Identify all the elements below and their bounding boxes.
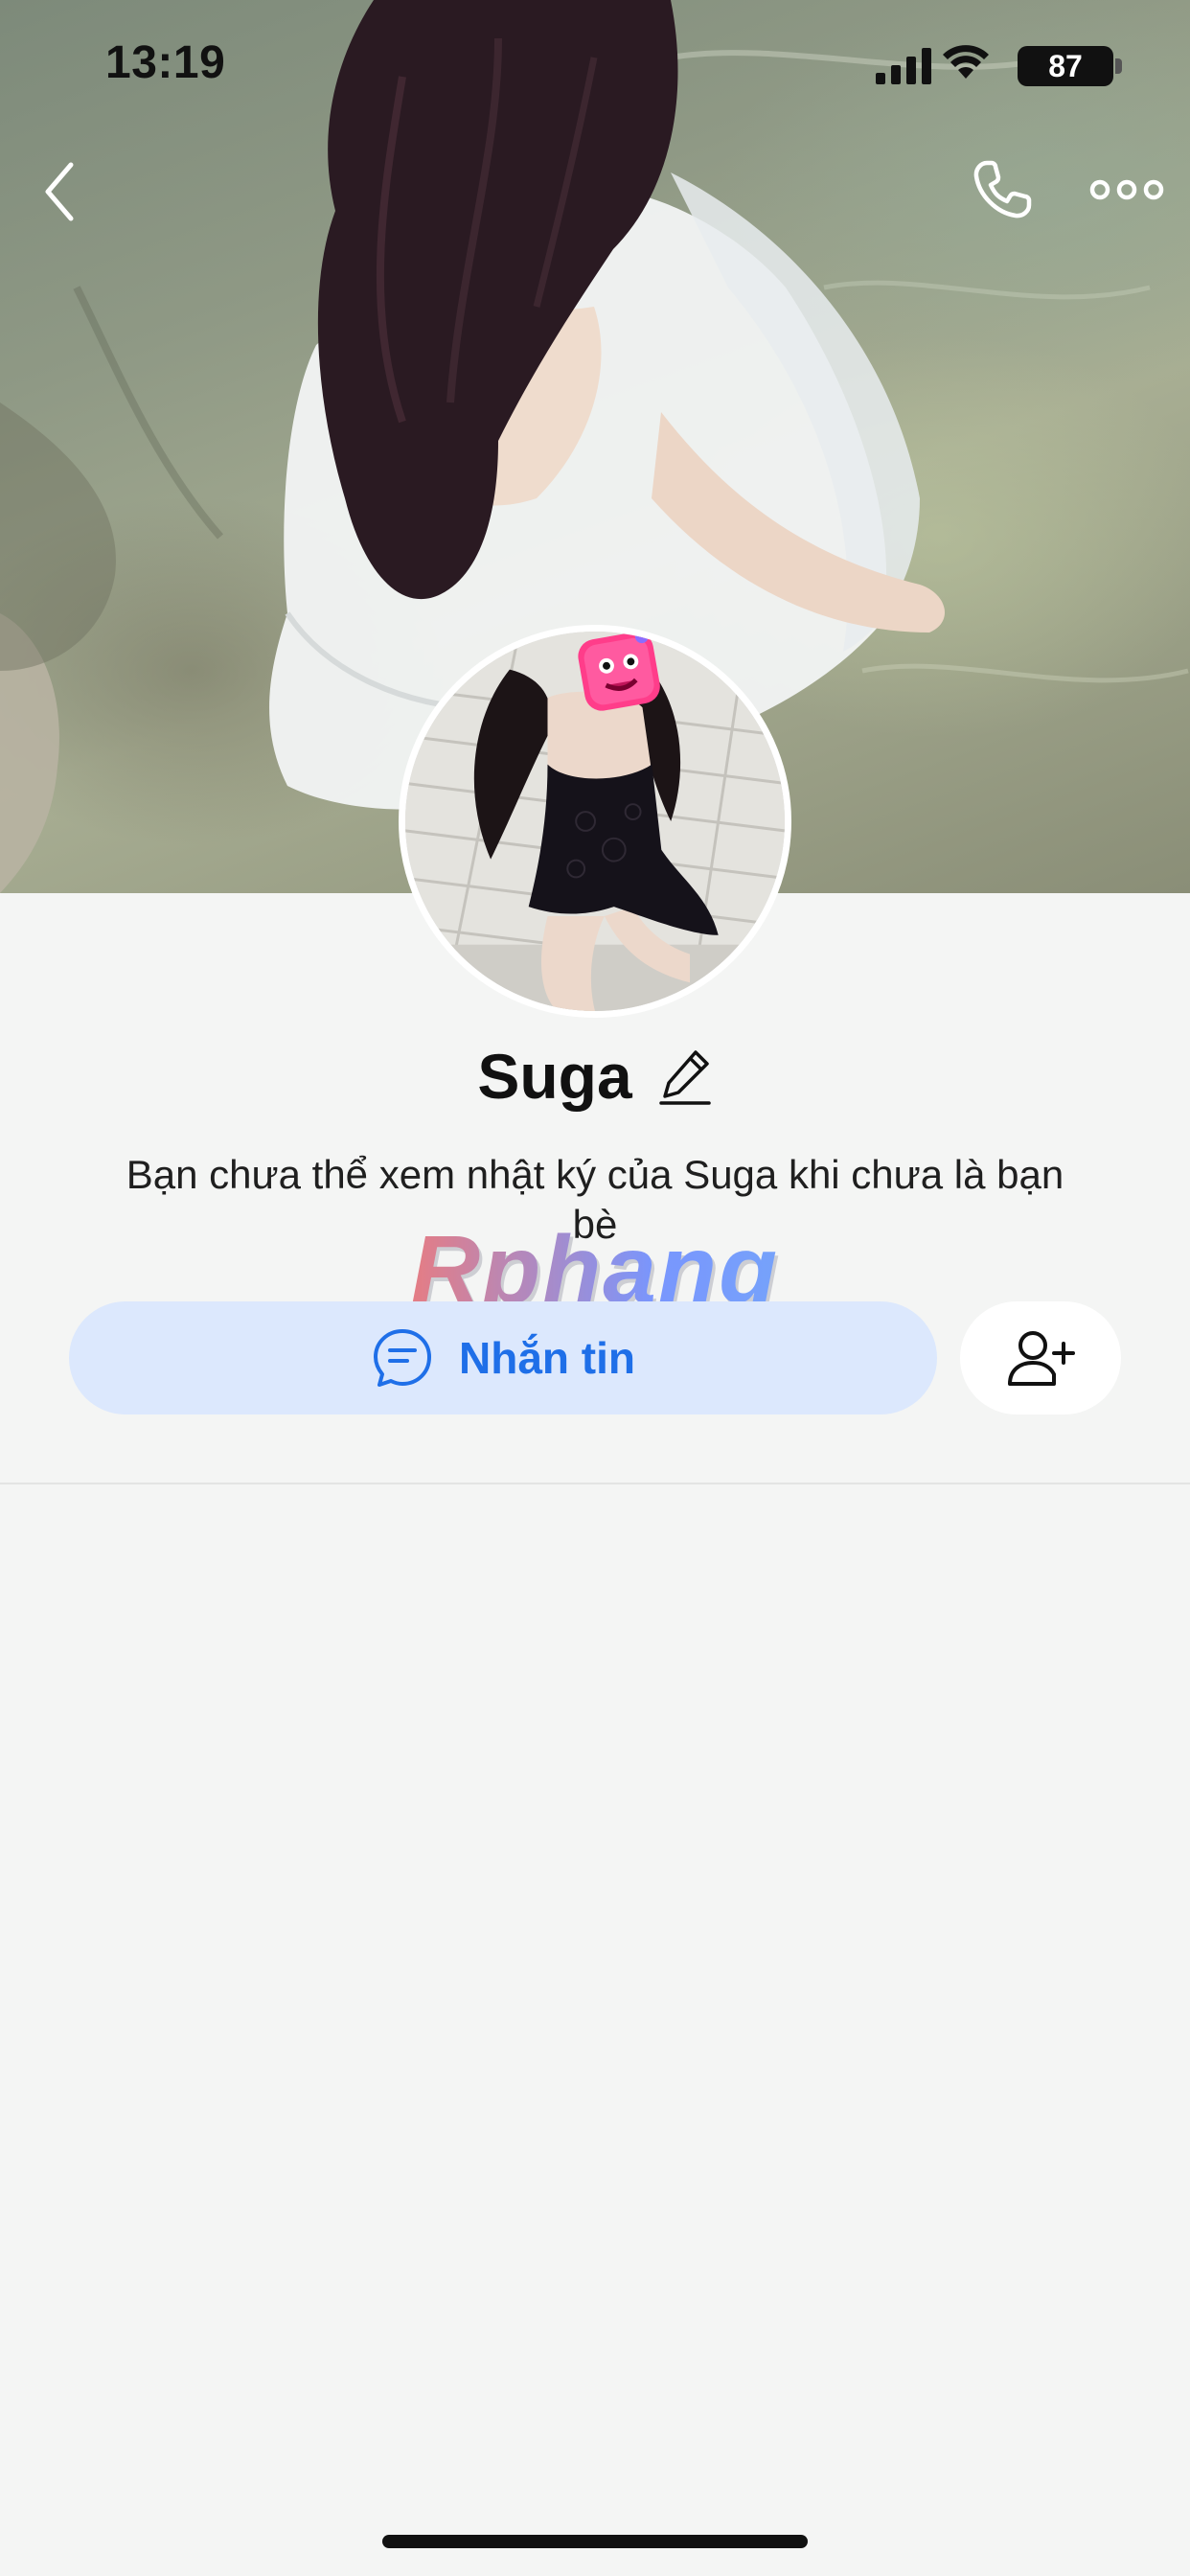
add-friend-icon	[1008, 1331, 1075, 1386]
message-button-label: Nhắn tin	[459, 1333, 635, 1383]
edit-name-icon[interactable]	[657, 1046, 713, 1106]
name-row: Suga	[0, 1033, 1190, 1119]
avatar[interactable]	[399, 625, 791, 1018]
status-time: 13:19	[105, 37, 226, 88]
battery-level: 87	[1048, 49, 1083, 83]
phone-icon[interactable]	[968, 155, 1037, 224]
section-divider	[0, 1483, 1190, 1484]
profile-name: Suga	[477, 1041, 632, 1112]
status-bar: 13:19 87	[0, 0, 1190, 125]
chat-bubble-icon	[374, 1329, 431, 1387]
status-icons: 87	[864, 42, 1123, 86]
avatar-image	[405, 632, 785, 1011]
message-button[interactable]: Nhắn tin	[69, 1301, 937, 1414]
battery-cap	[1115, 58, 1122, 74]
signal-icon	[876, 48, 931, 84]
profile-screen: 13:19 87 Suga Bạn chưa thể xem nhật ký c…	[0, 0, 1190, 2576]
add-friend-button[interactable]	[960, 1301, 1121, 1414]
privacy-notice: Bạn chưa thể xem nhật ký của Suga khi ch…	[126, 1152, 1064, 1247]
home-indicator[interactable]	[382, 2535, 808, 2548]
back-icon[interactable]	[34, 153, 82, 230]
more-icon[interactable]	[1088, 169, 1165, 211]
battery-icon: 87	[1018, 46, 1123, 86]
wifi-icon	[943, 45, 989, 79]
